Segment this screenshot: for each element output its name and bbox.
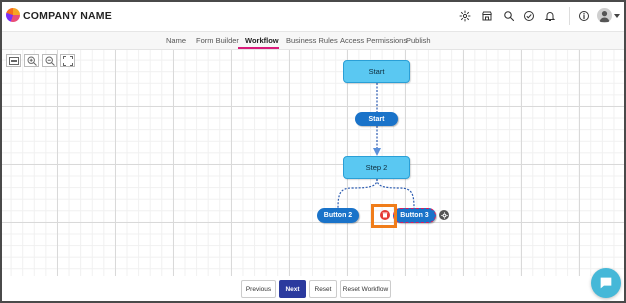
chat-icon[interactable] (591, 268, 621, 298)
workflow-connectors (337, 83, 415, 209)
app-frame: COMPANY NAME Name Form Builder Workflow … (0, 0, 626, 303)
next-button[interactable]: Next (279, 280, 306, 298)
delete-icon[interactable] (380, 210, 390, 220)
settings-icon[interactable] (439, 210, 449, 220)
button-3-node[interactable]: Button 3 (393, 208, 436, 223)
reset-button[interactable]: Reset (309, 280, 337, 298)
start-button-node[interactable]: Start (355, 112, 398, 126)
reset-workflow-button[interactable]: Reset Workflow (340, 280, 391, 298)
start-node[interactable]: Start (343, 60, 410, 83)
previous-button[interactable]: Previous (241, 280, 276, 298)
step-2-node[interactable]: Step 2 (343, 156, 410, 179)
footer-bar: Previous Next Reset Reset Workflow (2, 276, 624, 301)
button-2-node[interactable]: Button 2 (317, 208, 359, 223)
